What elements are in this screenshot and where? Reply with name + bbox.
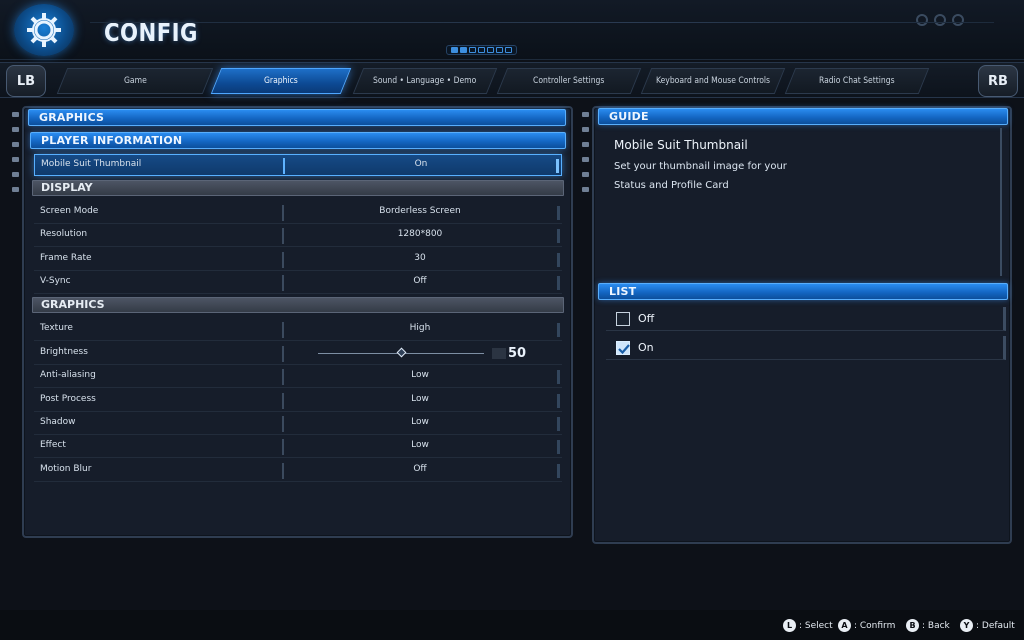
list-option-label: Off — [638, 312, 655, 325]
guide-title: Mobile Suit Thumbnail — [614, 138, 748, 152]
gear-icon — [14, 4, 74, 56]
setting-row-screen-mode[interactable]: Screen Mode Borderless Screen — [34, 202, 562, 224]
setting-value: High — [409, 323, 431, 333]
setting-row-effect[interactable]: Effect Low — [34, 436, 562, 458]
setting-label: Texture — [40, 323, 73, 333]
setting-row-texture[interactable]: Texture High — [34, 319, 562, 341]
hint-confirm: A : Confirm — [838, 619, 895, 632]
setting-row-brightness[interactable]: Brightness 50 — [34, 343, 562, 365]
player-information-header: PLAYER INFORMATION — [30, 132, 566, 149]
setting-row-frame-rate[interactable]: Frame Rate 30 — [34, 249, 562, 271]
brightness-slider-thumb[interactable] — [396, 347, 407, 358]
setting-value: Low — [411, 440, 429, 450]
header-decoration — [916, 14, 964, 26]
a-button-icon: A — [838, 619, 851, 632]
hint-default: Y : Default — [960, 619, 1015, 632]
setting-value: Low — [411, 417, 429, 427]
panel-rivets-right — [582, 112, 589, 192]
setting-label: Effect — [40, 440, 66, 450]
setting-label: Shadow — [40, 417, 76, 427]
tab-graphics[interactable]: Graphics — [210, 68, 352, 94]
setting-label: Mobile Suit Thumbnail — [41, 159, 142, 169]
setting-value: Off — [413, 464, 427, 474]
graphics-subheader: GRAPHICS — [32, 297, 564, 313]
display-header: DISPLAY — [32, 180, 564, 196]
settings-header: GRAPHICS — [28, 109, 566, 126]
hint-back: B : Back — [906, 619, 950, 632]
setting-label: Motion Blur — [40, 464, 92, 474]
list-option-label: On — [638, 341, 654, 354]
tab-radio-chat[interactable]: Radio Chat Settings — [784, 68, 930, 94]
setting-value: Low — [411, 394, 429, 404]
guide-header: GUIDE — [598, 108, 1008, 125]
setting-value: 30 — [414, 253, 426, 263]
b-button-icon: B — [906, 619, 919, 632]
page-title: CONFIG — [104, 18, 198, 47]
setting-label: Resolution — [40, 229, 88, 239]
rb-button[interactable]: RB — [978, 65, 1018, 97]
tab-bar: LB Game Graphics Sound • Language • Demo… — [0, 62, 1024, 98]
hint-select: L : Select — [783, 619, 833, 632]
list-option-off[interactable]: Off — [606, 307, 1006, 331]
setting-row-resolution[interactable]: Resolution 1280*800 — [34, 225, 562, 247]
setting-label: Screen Mode — [40, 206, 99, 216]
setting-value: Low — [411, 370, 429, 380]
setting-value: 1280*800 — [397, 229, 443, 239]
guide-text-line-2: Status and Profile Card — [614, 180, 729, 191]
setting-value: Borderless Screen — [379, 206, 461, 216]
list-header: LIST — [598, 283, 1008, 300]
setting-label: Anti-aliasing — [40, 370, 96, 380]
setting-label: Frame Rate — [40, 253, 92, 263]
unchecked-checkbox-icon[interactable] — [616, 312, 630, 326]
list-option-on[interactable]: On — [606, 336, 1006, 360]
setting-row-v-sync[interactable]: V-Sync Off — [34, 272, 562, 294]
guide-text-line-1: Set your thumbnail image for your — [614, 161, 787, 172]
setting-row-motion-blur[interactable]: Motion Blur Off — [34, 460, 562, 482]
header-bar: CONFIG — [0, 0, 1024, 60]
tab-keyboard-mouse[interactable]: Keyboard and Mouse Controls — [640, 68, 786, 94]
setting-row-post-process[interactable]: Post Process Low — [34, 390, 562, 412]
button-hints-bar: L : Select A : Confirm B : Back Y : Defa… — [0, 610, 1024, 640]
setting-label: Post Process — [40, 394, 96, 404]
setting-value: Off — [413, 276, 427, 286]
setting-row-anti-aliasing[interactable]: Anti-aliasing Low — [34, 366, 562, 388]
checked-checkbox-icon[interactable] — [616, 341, 630, 355]
y-button-icon: Y — [960, 619, 973, 632]
l-stick-button-icon: L — [783, 619, 796, 632]
page-indicator — [446, 45, 517, 55]
lb-button[interactable]: LB — [6, 65, 46, 97]
setting-row-shadow[interactable]: Shadow Low — [34, 413, 562, 435]
tab-game[interactable]: Game — [56, 68, 214, 94]
tab-sound-language-demo[interactable]: Sound • Language • Demo — [352, 68, 498, 94]
brightness-value: 50 — [508, 346, 527, 361]
setting-value: On — [414, 159, 428, 169]
setting-label: Brightness — [40, 347, 88, 357]
panel-rivets-left — [12, 112, 19, 192]
guide-content: Mobile Suit Thumbnail Set your thumbnail… — [604, 128, 1002, 276]
tab-controller-settings[interactable]: Controller Settings — [496, 68, 642, 94]
setting-row-mobile-suit-thumbnail[interactable]: Mobile Suit Thumbnail On — [34, 154, 562, 176]
setting-label: V-Sync — [40, 276, 71, 286]
